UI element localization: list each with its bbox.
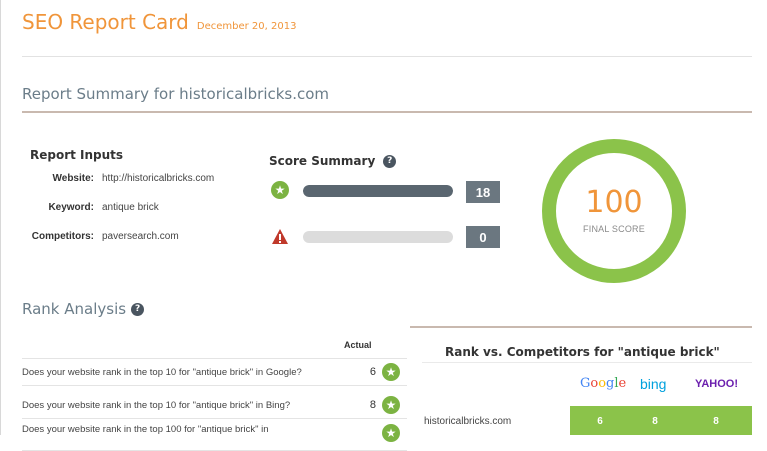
rank-actual-value: 8 xyxy=(369,399,376,411)
input-row-keyword: Keyword: antique brick xyxy=(22,202,242,213)
actual-column-header: Actual xyxy=(344,340,372,350)
final-score-value: 100 xyxy=(585,185,643,220)
rank-actual-value: 6 xyxy=(369,366,376,378)
competitors-divider xyxy=(422,362,752,363)
rank-analysis-label: Rank Analysis xyxy=(22,300,127,318)
score-summary-label: Score Summary xyxy=(269,154,376,168)
rank-question-row: Does your website rank in the top 10 for… xyxy=(22,358,407,386)
rank-question-text: Does your website rank in the top 10 for… xyxy=(22,399,291,411)
rank-divider xyxy=(410,326,752,328)
help-icon[interactable]: ? xyxy=(383,154,397,168)
google-logo: Google xyxy=(580,376,627,391)
star-icon: ★ xyxy=(382,363,400,381)
input-key-website: Website: xyxy=(52,173,95,184)
score-summary-title: Score Summary ? xyxy=(269,154,397,168)
google-rank-cell: 6 xyxy=(597,416,603,427)
header-divider xyxy=(22,56,752,57)
rank-question-row: Does your website rank in the top 100 fo… xyxy=(22,420,407,451)
star-icon: ★ xyxy=(382,424,400,442)
star-icon: ★ xyxy=(382,396,400,414)
rank-analysis-title: Rank Analysis ? xyxy=(22,300,145,318)
input-key-competitors: Competitors: xyxy=(31,231,94,242)
rank-question-text: Does your website rank in the top 10 for… xyxy=(22,366,302,378)
report-date: December 20, 2013 xyxy=(196,21,297,32)
input-row-competitors: Competitors: paversearch.com xyxy=(22,231,242,242)
bing-rank-cell: 8 xyxy=(652,416,658,427)
report-inputs-title: Report Inputs xyxy=(30,148,124,162)
competitor-site-name: historicalbricks.com xyxy=(424,416,512,427)
star-icon: ★ xyxy=(271,181,289,199)
input-row-website: Website: http://historicalbricks.com xyxy=(22,173,242,184)
final-score-gauge: 100 FINAL SCORE xyxy=(542,139,686,283)
yahoo-logo: YAHOO! xyxy=(695,378,738,390)
competitors-title: Rank vs. Competitors for "antique brick" xyxy=(445,345,720,359)
rank-question-text: Does your website rank in the top 100 fo… xyxy=(22,424,269,435)
yahoo-rank-cell: 8 xyxy=(713,416,719,427)
final-score-label: FINAL SCORE xyxy=(583,224,645,234)
page-frame-edge xyxy=(0,0,1,435)
page-title: SEO Report Card xyxy=(22,10,189,34)
bing-logo: bing xyxy=(640,376,667,392)
input-value-website: http://historicalbricks.com xyxy=(102,173,215,184)
passed-score-count: 18 xyxy=(466,181,500,203)
help-icon[interactable]: ? xyxy=(131,302,145,316)
summary-divider xyxy=(22,111,752,113)
failed-score-bar xyxy=(303,231,453,243)
rank-question-row: Does your website rank in the top 10 for… xyxy=(22,392,407,419)
failed-score-count: 0 xyxy=(466,226,500,248)
input-value-competitors: paversearch.com xyxy=(102,231,179,242)
passed-score-bar-fill xyxy=(303,185,453,197)
passed-score-bar xyxy=(303,185,453,197)
input-value-keyword: antique brick xyxy=(102,202,159,213)
page-header: SEO Report Card December 20, 2013 xyxy=(22,10,296,34)
warning-icon xyxy=(271,227,289,245)
input-key-keyword: Keyword: xyxy=(48,202,94,213)
report-summary-title: Report Summary for historicalbricks.com xyxy=(22,85,330,103)
